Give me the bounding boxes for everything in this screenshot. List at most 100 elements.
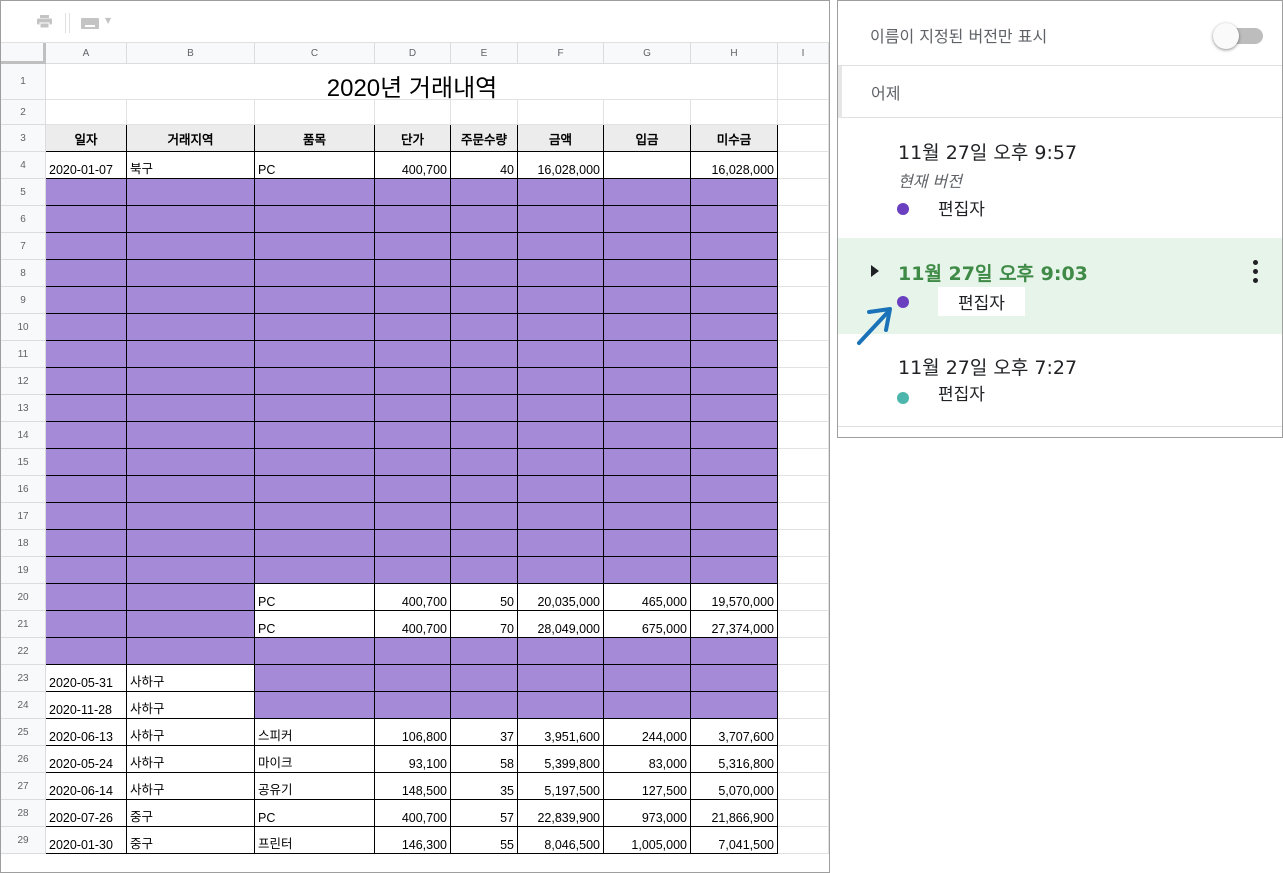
cell-f28[interactable]: 22,839,900 [518,800,604,827]
named-versions-toggle[interactable] [1213,23,1267,49]
cell-a5[interactable] [46,179,127,206]
cell-h10[interactable] [691,314,778,341]
cell-g14[interactable] [604,422,691,449]
cell-a20[interactable] [46,584,127,611]
cell-e22[interactable] [451,638,518,665]
cell-g9[interactable] [604,287,691,314]
cell-i19[interactable] [778,557,829,584]
cell-a15[interactable] [46,449,127,476]
cell-h23[interactable] [691,665,778,692]
cell-e27[interactable]: 35 [451,773,518,800]
cell-g13[interactable] [604,395,691,422]
date-section-header[interactable]: 어제 [838,66,1282,118]
cell-b23[interactable]: 사하구 [127,665,255,692]
cell-c28[interactable]: PC [255,800,375,827]
cell-h11[interactable] [691,341,778,368]
cell-f21[interactable]: 28,049,000 [518,611,604,638]
cell-e10[interactable] [451,314,518,341]
column-header-b[interactable]: B [127,43,255,64]
row-header[interactable]: 9 [1,287,46,314]
cell-d23[interactable] [375,665,451,692]
cell-c29[interactable]: 프린터 [255,827,375,854]
cell-c15[interactable] [255,449,375,476]
cell-g16[interactable] [604,476,691,503]
cell-f12[interactable] [518,368,604,395]
column-header-h[interactable]: H [691,43,778,64]
cell-i27[interactable] [778,773,829,800]
cell-a27[interactable]: 2020-06-14 [46,773,127,800]
version-item[interactable]: 11월 27일 오후 9:57 현재 버전 편집자 [838,119,1282,237]
row-header[interactable]: 15 [1,449,46,476]
column-header-a[interactable]: A [46,43,127,64]
cell-i24[interactable] [778,692,829,719]
column-header-i[interactable]: I [778,43,829,64]
cell-f3[interactable]: 금액 [518,125,604,152]
row-header[interactable]: 21 [1,611,46,638]
cell-a9[interactable] [46,287,127,314]
cell-g4[interactable] [604,152,691,179]
cell-i26[interactable] [778,746,829,773]
cell-h14[interactable] [691,422,778,449]
cell-e4[interactable]: 40 [451,152,518,179]
cell-c12[interactable] [255,368,375,395]
cell-g11[interactable] [604,341,691,368]
cell-f26[interactable]: 5,399,800 [518,746,604,773]
row-header[interactable]: 18 [1,530,46,557]
row-header[interactable]: 7 [1,233,46,260]
cell-i11[interactable] [778,341,829,368]
cell-a17[interactable] [46,503,127,530]
cell-f27[interactable]: 5,197,500 [518,773,604,800]
row-header[interactable]: 4 [1,152,46,179]
cell-f2[interactable] [518,100,604,125]
cell-c10[interactable] [255,314,375,341]
cell-e17[interactable] [451,503,518,530]
cell-a12[interactable] [46,368,127,395]
cell-f11[interactable] [518,341,604,368]
cell-f22[interactable] [518,638,604,665]
row-header[interactable]: 24 [1,692,46,719]
cell-e21[interactable]: 70 [451,611,518,638]
cell-c8[interactable] [255,260,375,287]
cell-d16[interactable] [375,476,451,503]
cell-c4[interactable]: PC [255,152,375,179]
cell-e8[interactable] [451,260,518,287]
cell-b10[interactable] [127,314,255,341]
cell-g29[interactable]: 1,005,000 [604,827,691,854]
cell-i7[interactable] [778,233,829,260]
cell-e25[interactable]: 37 [451,719,518,746]
cell-i17[interactable] [778,503,829,530]
cell-e12[interactable] [451,368,518,395]
cell-d19[interactable] [375,557,451,584]
cell-b26[interactable]: 사하구 [127,746,255,773]
cell-a21[interactable] [46,611,127,638]
cell-b20[interactable] [127,584,255,611]
cell-f10[interactable] [518,314,604,341]
column-header-c[interactable]: C [255,43,375,64]
row-header[interactable]: 1 [1,64,46,100]
cell-i3[interactable] [778,125,829,152]
cell-b22[interactable] [127,638,255,665]
cell-a24[interactable]: 2020-11-28 [46,692,127,719]
cell-f24[interactable] [518,692,604,719]
cell-c24[interactable] [255,692,375,719]
cell-i2[interactable] [778,100,829,125]
cell-d3[interactable]: 단가 [375,125,451,152]
cell-i14[interactable] [778,422,829,449]
cell-h28[interactable]: 21,866,900 [691,800,778,827]
cell-f8[interactable] [518,260,604,287]
cell-d2[interactable] [375,100,451,125]
cell-c26[interactable]: 마이크 [255,746,375,773]
cell-d4[interactable]: 400,700 [375,152,451,179]
cell-b8[interactable] [127,260,255,287]
cell-e3[interactable]: 주문수량 [451,125,518,152]
row-header[interactable]: 8 [1,260,46,287]
cell-d21[interactable]: 400,700 [375,611,451,638]
select-all-corner[interactable] [1,43,46,64]
cell-a18[interactable] [46,530,127,557]
cell-c14[interactable] [255,422,375,449]
cell-h27[interactable]: 5,070,000 [691,773,778,800]
cell-f7[interactable] [518,233,604,260]
cell-g6[interactable] [604,206,691,233]
cell-g23[interactable] [604,665,691,692]
row-header[interactable]: 3 [1,125,46,152]
